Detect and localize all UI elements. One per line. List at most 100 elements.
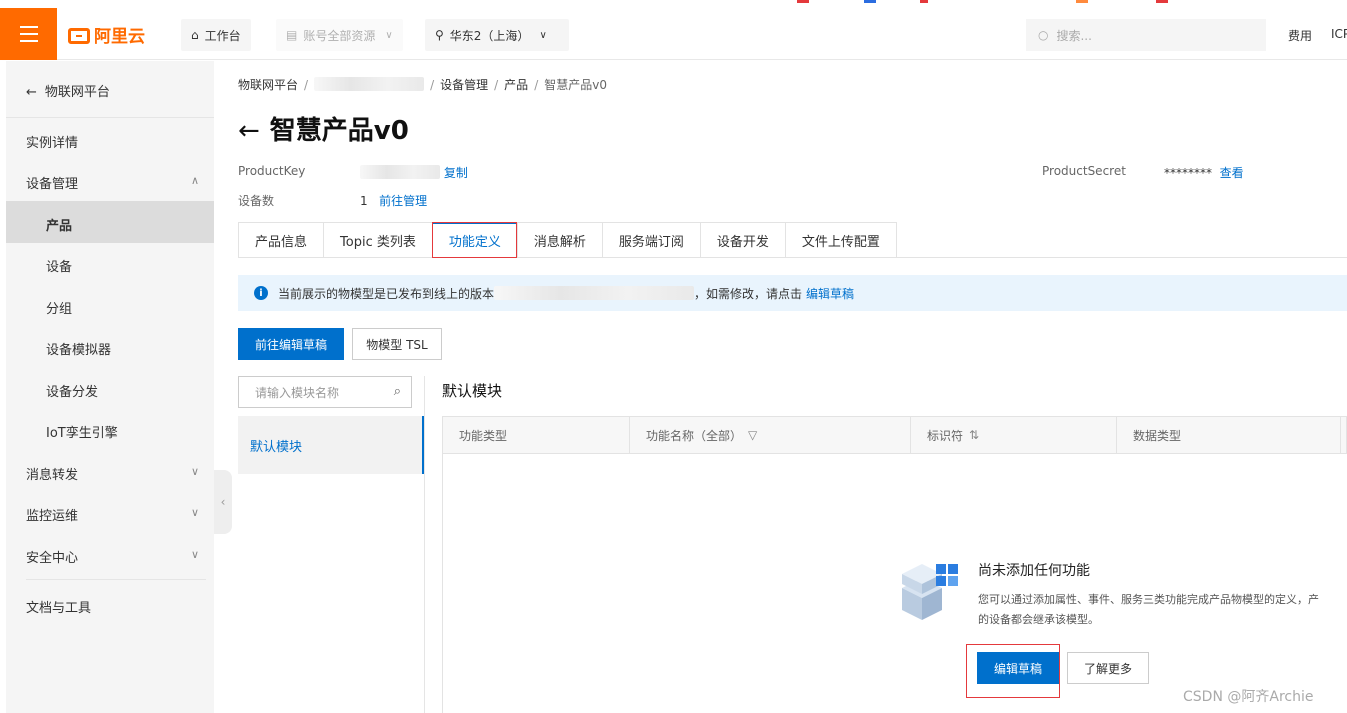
resources-label: 账号全部资源	[303, 28, 376, 43]
divider	[6, 117, 214, 118]
th-label: 标识符	[927, 428, 964, 443]
search-placeholder: 搜索...	[1056, 28, 1092, 43]
sidebar-item-distribution[interactable]: 设备分发	[46, 381, 98, 400]
top-mark	[1076, 0, 1088, 3]
manage-link[interactable]: 前往管理	[379, 194, 427, 208]
sidebar-back-label: 物联网平台	[44, 85, 110, 100]
function-table-header: 功能类型 功能名称（全部） ▽ 标识符 ⇅ 数据类型	[442, 416, 1347, 454]
chevron-down-icon[interactable]: ∨	[191, 465, 199, 478]
tab-file-upload[interactable]: 文件上传配置	[784, 222, 897, 258]
sidebar: ← 物联网平台 实例详情 设备管理 ∧ 产品 设备 分组 设备模拟器 设备分发 I…	[6, 61, 214, 713]
sidebar-item-docs[interactable]: 文档与工具	[26, 597, 91, 616]
highlight-box	[966, 644, 1060, 698]
workbench-button[interactable]: ⌂ 工作台	[181, 19, 251, 51]
chevron-down-icon: ∨	[385, 29, 393, 41]
product-secret-value: ******** 查看	[1164, 164, 1244, 181]
logo-text: 阿里云	[94, 27, 145, 47]
tab-server-subscription[interactable]: 服务端订阅	[601, 222, 700, 258]
device-count-value: 1 前往管理	[360, 192, 427, 209]
sidebar-item-device-mgmt[interactable]: 设备管理	[26, 173, 78, 192]
copy-link[interactable]: 复制	[444, 166, 468, 180]
learn-more-button[interactable]: 了解更多	[1067, 652, 1149, 684]
th-label: 数据类型	[1133, 428, 1182, 443]
sidebar-item-product[interactable]: 产品	[46, 215, 72, 234]
list-icon: ▤	[286, 28, 298, 42]
empty-title: 尚未添加任何功能	[978, 563, 1090, 579]
sidebar-active-highlight	[6, 201, 214, 243]
sidebar-item-message[interactable]: 消息转发	[26, 464, 78, 483]
sidebar-item-simulator[interactable]: 设备模拟器	[46, 339, 111, 358]
logo-mark-icon	[68, 28, 90, 44]
go-edit-draft-button[interactable]: 前往编辑草稿	[238, 328, 344, 360]
view-secret-link[interactable]: 查看	[1220, 166, 1244, 180]
module-search-input[interactable]: 请输入模块名称 ⌕	[238, 376, 412, 408]
empty-desc-line1: 您可以通过添加属性、事件、服务三类功能完成产品物模型的定义，产	[978, 593, 1319, 606]
th-function-type: 功能类型	[443, 417, 630, 453]
hamburger-menu-icon[interactable]	[0, 8, 57, 60]
tab-device-dev[interactable]: 设备开发	[699, 222, 785, 258]
back-to-iot-platform[interactable]: ← 物联网平台	[26, 81, 110, 100]
product-secret-label: ProductSecret	[1042, 164, 1126, 178]
redacted-instance	[314, 77, 425, 91]
product-title: 智慧产品v0	[269, 116, 409, 146]
breadcrumb-current: 智慧产品v0	[544, 78, 607, 92]
sidebar-item-group[interactable]: 分组	[46, 298, 72, 317]
global-search-input[interactable]: ○ 搜索...	[1026, 19, 1266, 51]
empty-cube-icon	[902, 564, 958, 620]
chevron-down-icon[interactable]: ∨	[191, 548, 199, 561]
function-table-body	[442, 454, 1347, 713]
resources-dropdown[interactable]: ▤ 账号全部资源 ∨	[276, 19, 403, 51]
breadcrumb: 物联网平台 / / 设备管理 / 产品 / 智慧产品v0	[238, 77, 607, 92]
module-item-default[interactable]: 默认模块	[238, 416, 424, 474]
tab-topic-list[interactable]: Topic 类列表	[323, 222, 432, 258]
sidebar-item-monitor[interactable]: 监控运维	[26, 505, 78, 524]
back-arrow-icon[interactable]: ←	[238, 116, 260, 146]
notice-edit-draft-link[interactable]: 编辑草稿	[806, 285, 854, 302]
fee-link[interactable]: 费用	[1288, 27, 1312, 44]
tab-function-definition[interactable]: 功能定义	[431, 222, 517, 258]
sort-icon[interactable]: ⇅	[969, 428, 979, 442]
home-icon: ⌂	[191, 28, 199, 42]
divider	[424, 376, 425, 713]
sidebar-item-device[interactable]: 设备	[46, 256, 72, 275]
tab-message-parsing[interactable]: 消息解析	[516, 222, 602, 258]
arrow-left-icon: ←	[26, 85, 37, 100]
filter-icon[interactable]: ▽	[748, 428, 757, 442]
product-key-label: ProductKey	[238, 164, 306, 178]
top-mark	[1156, 0, 1168, 3]
aliyun-logo[interactable]: 阿里云	[68, 22, 145, 47]
module-title: 默认模块	[442, 382, 503, 400]
location-pin-icon: ⚲	[435, 28, 444, 42]
divider	[26, 579, 206, 580]
device-count-label: 设备数	[238, 194, 275, 208]
tab-product-info[interactable]: 产品信息	[238, 222, 324, 258]
sidebar-item-security[interactable]: 安全中心	[26, 547, 78, 566]
chevron-down-icon[interactable]: ∨	[191, 506, 199, 519]
redacted-key	[360, 165, 440, 179]
sidebar-item-instance[interactable]: 实例详情	[26, 132, 78, 151]
breadcrumb-root[interactable]: 物联网平台	[238, 78, 298, 92]
search-icon[interactable]: ⌕	[394, 384, 401, 399]
top-bar: 阿里云 ⌂ 工作台 ▤ 账号全部资源 ∨ ⚲ 华东2（上海） ∨ ○ 搜索...…	[0, 0, 1347, 60]
search-icon: ○	[1038, 28, 1049, 42]
icp-link[interactable]: ICP	[1331, 27, 1347, 41]
region-dropdown[interactable]: ⚲ 华东2（上海） ∨	[425, 19, 569, 51]
sidebar-item-iot-twin[interactable]: IoT孪生引擎	[46, 422, 118, 441]
chevron-up-icon[interactable]: ∧	[191, 174, 199, 187]
breadcrumb-device-mgmt[interactable]: 设备管理	[440, 78, 488, 92]
redacted-version	[494, 286, 695, 300]
secret-mask: ********	[1164, 166, 1212, 180]
empty-description: 您可以通过添加属性、事件、服务三类功能完成产品物模型的定义，产 的设备都会继承该…	[978, 590, 1347, 630]
th-identifier[interactable]: 标识符 ⇅	[911, 417, 1117, 453]
tsl-button[interactable]: 物模型 TSL	[352, 328, 442, 360]
th-label: 功能名称（全部）	[646, 428, 743, 443]
version-notice: i 当前展示的物模型是已发布到线上的版本 ，如需修改，请点击 编辑草稿	[238, 275, 1347, 311]
breadcrumb-product[interactable]: 产品	[504, 78, 528, 92]
th-label: 功能类型	[459, 428, 508, 443]
chevron-down-icon: ∨	[539, 29, 547, 41]
th-function-name[interactable]: 功能名称（全部） ▽	[630, 417, 911, 453]
device-count: 1	[360, 194, 368, 208]
top-mark	[920, 0, 928, 3]
sidebar-collapse-handle[interactable]: ‹	[214, 470, 232, 534]
empty-desc-line2: 的设备都会继承该模型。	[978, 613, 1099, 626]
